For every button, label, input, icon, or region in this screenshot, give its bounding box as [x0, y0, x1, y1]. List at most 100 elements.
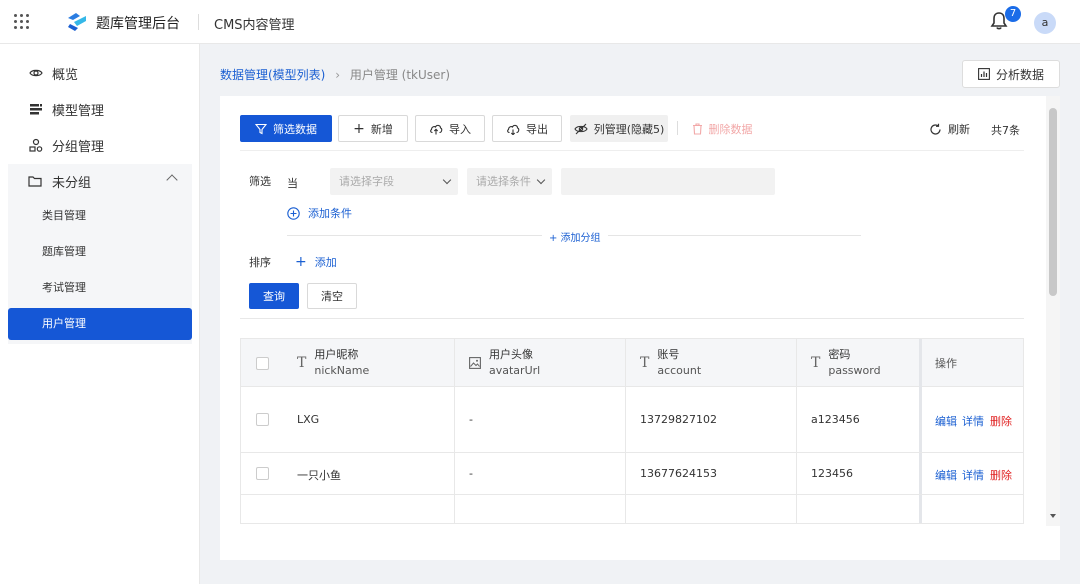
filter-data-button[interactable]: 筛选数据: [240, 115, 332, 142]
sidebar-group-header[interactable]: 未分组: [8, 164, 192, 198]
eye-off-icon: [574, 123, 588, 134]
breadcrumb-current: 用户管理 (tkUser): [349, 68, 451, 82]
sidebar-item-categories[interactable]: 类目管理: [8, 200, 192, 232]
top-header: 题库管理后台 CMS内容管理 7 a: [0, 0, 1080, 44]
analyze-data-button[interactable]: 分析数据: [962, 60, 1060, 88]
sidebar-item-label: 模型管理: [52, 103, 105, 119]
sidebar-item-users[interactable]: 用户管理: [8, 308, 192, 340]
logo-icon: [68, 13, 86, 31]
sidebar-group-ungrouped: 未分组 类目管理 题库管理 考试管理 用户管理: [8, 164, 192, 344]
breadcrumb: 数据管理(模型列表) › 用户管理 (tkUser): [220, 66, 450, 83]
export-button[interactable]: 导出: [492, 115, 562, 142]
divider-left: [287, 235, 542, 236]
image-type-icon: [469, 357, 481, 369]
detail-link[interactable]: 详情: [962, 413, 984, 429]
sidebar-item-groups[interactable]: 分组管理: [8, 129, 192, 161]
add-condition-link[interactable]: 添加条件: [287, 205, 352, 221]
sidebar-item-overview[interactable]: 概览: [8, 57, 192, 89]
delete-data-label: 删除数据: [708, 122, 753, 136]
column-manage-button[interactable]: 列管理(隐藏5): [570, 115, 668, 142]
column-title: 操作: [935, 357, 957, 370]
field-select[interactable]: 请选择字段: [330, 168, 458, 195]
sidebar-item-exams[interactable]: 考试管理: [8, 272, 192, 304]
import-label: 导入: [449, 122, 471, 136]
filter-divider: [240, 318, 1024, 319]
scroll-down-icon[interactable]: [1050, 514, 1056, 518]
trash-icon: [692, 122, 702, 135]
scrollbar[interactable]: [1046, 96, 1060, 526]
column-header-account[interactable]: T 账号 account: [640, 339, 701, 387]
add-group-link[interactable]: + 添加分组: [549, 229, 601, 244]
cell-nickname: 一只小鱼: [297, 469, 341, 482]
edit-link[interactable]: 编辑: [935, 413, 957, 429]
apps-grid-icon[interactable]: [14, 14, 30, 30]
condition-select-placeholder: 请选择条件: [476, 175, 531, 188]
sort-label: 排序: [249, 256, 271, 269]
add-sort-link[interactable]: + 添加: [295, 254, 337, 270]
chevron-down-icon: [536, 175, 546, 185]
cell-password: 123456: [811, 467, 853, 480]
chevron-down-icon: [442, 175, 452, 185]
scrollbar-thumb[interactable]: [1049, 108, 1057, 296]
sidebar-item-label: 概览: [52, 67, 79, 83]
plus-icon: +: [295, 254, 307, 270]
filter-value-input[interactable]: [561, 168, 775, 195]
model-icon: [28, 101, 44, 117]
column-header-avatar[interactable]: 用户头像 avatarUrl: [469, 339, 540, 387]
cell-account: 13729827102: [640, 413, 717, 426]
delete-link[interactable]: 删除: [990, 467, 1012, 483]
detail-link[interactable]: 详情: [962, 467, 984, 483]
delete-link[interactable]: 删除: [990, 413, 1012, 429]
refresh-icon: [930, 123, 941, 135]
column-header-nickname[interactable]: T 用户昵称 nickName: [297, 339, 369, 387]
sidebar-item-models[interactable]: 模型管理: [8, 93, 192, 125]
select-all-checkbox[interactable]: [256, 357, 269, 370]
column-title: 用户昵称: [314, 348, 359, 361]
app-title: 题库管理后台: [96, 16, 180, 32]
row-checkbox[interactable]: [256, 413, 269, 426]
refresh-button[interactable]: 刷新: [929, 121, 970, 137]
column-field: avatarUrl: [489, 364, 541, 377]
divider-right: [608, 235, 861, 236]
export-label: 导出: [526, 122, 548, 136]
column-header-password[interactable]: T 密码 password: [811, 339, 881, 387]
eye-icon: [28, 65, 44, 81]
column-manage-label: 列管理(隐藏5): [593, 122, 665, 136]
cell-avatar: -: [469, 467, 473, 480]
edit-link[interactable]: 编辑: [935, 467, 957, 483]
field-select-placeholder: 请选择字段: [339, 175, 394, 188]
add-button[interactable]: + 新增: [338, 115, 408, 142]
sidebar-item-label: 分组管理: [52, 139, 105, 155]
analyze-data-label: 分析数据: [995, 67, 1044, 82]
group-icon: [28, 137, 44, 153]
column-field: account: [657, 364, 702, 377]
header-divider: [198, 14, 199, 30]
avatar[interactable]: a: [1034, 12, 1056, 34]
column-header-actions: 操作: [935, 339, 957, 387]
import-button[interactable]: 导入: [415, 115, 485, 142]
chevron-up-icon: [166, 174, 178, 186]
total-count: 共7条: [991, 124, 1020, 137]
column-title: 账号: [657, 348, 680, 361]
column-title: 用户头像: [489, 348, 533, 361]
delete-data-button[interactable]: 删除数据: [686, 115, 758, 142]
filter-data-label: 筛选数据: [273, 122, 317, 136]
text-type-icon: T: [297, 355, 307, 371]
text-type-icon: T: [640, 355, 650, 371]
plus-circle-icon: [287, 206, 300, 220]
column-field: password: [828, 364, 881, 377]
query-button[interactable]: 查询: [249, 283, 299, 309]
row-checkbox[interactable]: [256, 467, 269, 480]
chart-icon: [978, 68, 990, 80]
clear-button[interactable]: 清空: [307, 283, 357, 309]
toolbar-divider: [677, 121, 678, 135]
breadcrumb-parent[interactable]: 数据管理(模型列表): [220, 68, 325, 82]
filter-label: 筛选: [249, 175, 271, 188]
cms-title[interactable]: CMS内容管理: [214, 14, 295, 33]
sidebar-item-question-bank[interactable]: 题库管理: [8, 236, 192, 268]
cloud-download-icon: [507, 124, 520, 135]
add-condition-label: 添加条件: [308, 207, 352, 220]
column-field: nickName: [314, 364, 370, 377]
condition-select[interactable]: 请选择条件: [467, 168, 552, 195]
folder-icon: [28, 173, 44, 189]
